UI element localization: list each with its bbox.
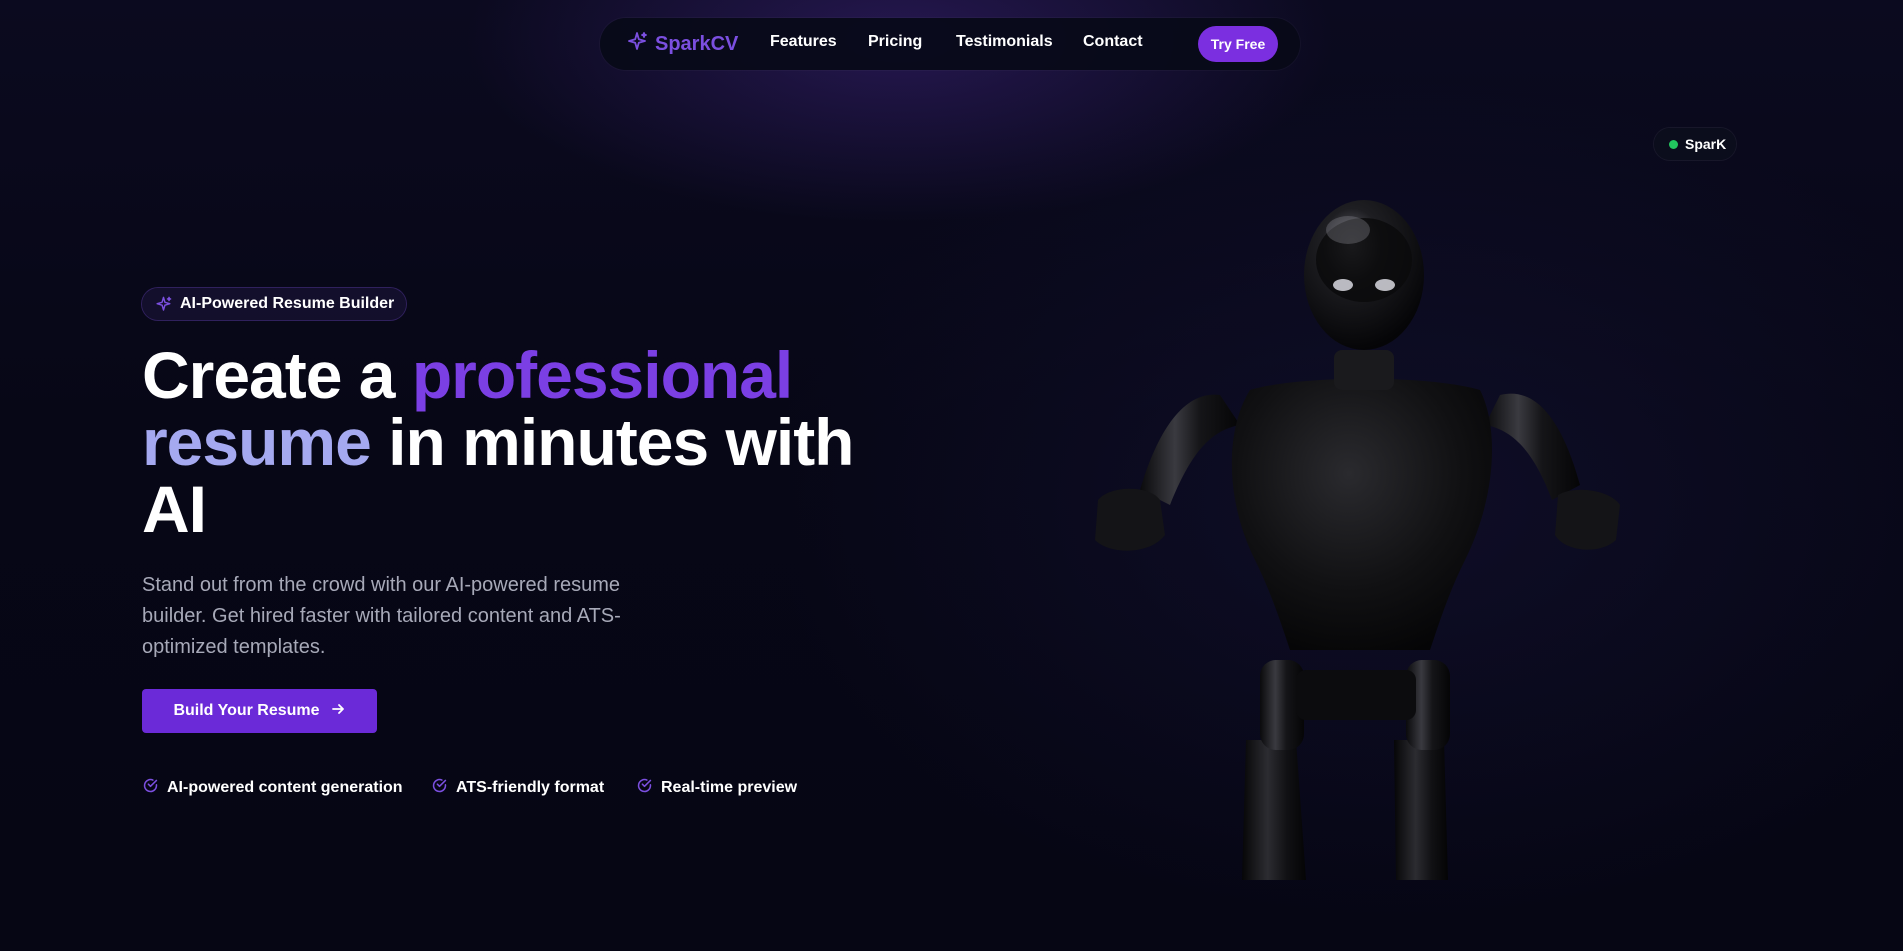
nav-link-features[interactable]: Features [770,33,837,51]
build-resume-button[interactable]: Build Your Resume [142,689,377,733]
hero-headline: Create a professional resume in minutes w… [142,342,902,543]
feature-label: AI-powered content generation [167,779,403,796]
robot-right-leg [1394,740,1448,880]
sparkle-icon [154,295,173,319]
status-dot-icon [1669,140,1678,149]
sparkle-icon [625,30,649,59]
robot-right-hand [1555,489,1620,550]
robot-pelvis [1296,670,1416,720]
nav-link-contact[interactable]: Contact [1083,33,1143,51]
brand-logo[interactable]: SparkCV [625,30,738,59]
headline-highlight-1: professional [411,338,793,412]
hero-badge-label: AI-Powered Resume Builder [180,295,395,312]
hero-subtext: Stand out from the crowd with our AI-pow… [142,574,621,658]
robot-left-eye [1333,279,1353,291]
feature-item: ATS-friendly format [431,777,604,799]
arrow-right-icon [330,701,346,722]
feature-label: Real-time preview [661,779,798,796]
hero-badge: AI-Powered Resume Builder [142,288,407,320]
feature-item: AI-powered content generation [142,777,403,799]
robot-head-highlight [1326,216,1370,244]
status-label: SparK [1685,136,1727,152]
robot-neck [1334,350,1394,390]
robot-left-hand [1095,488,1165,551]
feature-label: ATS-friendly format [456,779,605,796]
feature-item: Real-time preview [636,777,797,799]
brand-name: SparkCV [655,33,739,55]
nav-link-testimonials[interactable]: Testimonials [956,33,1053,51]
headline-text-1: Create a [142,338,412,412]
robot-right-eye [1375,279,1395,291]
robot-illustration [1095,200,1620,880]
robot-torso [1231,378,1492,650]
robot-left-upper-arm [1140,394,1240,505]
landing-page: SparkCV Features Pricing Testimonials Co… [0,0,1903,951]
check-circle-icon [636,777,653,799]
status-badge: SparK [1654,128,1736,160]
robot-left-leg [1242,740,1306,880]
nav-link-pricing[interactable]: Pricing [868,33,922,51]
check-circle-icon [431,777,448,799]
check-circle-icon [142,777,159,799]
build-resume-label: Build Your Resume [173,702,320,719]
navbar: SparkCV Features Pricing Testimonials Co… [600,18,1300,70]
headline-highlight-2: resume [142,405,372,479]
try-free-button[interactable]: Try Free [1198,26,1278,62]
robot-right-upper-arm [1485,393,1580,500]
